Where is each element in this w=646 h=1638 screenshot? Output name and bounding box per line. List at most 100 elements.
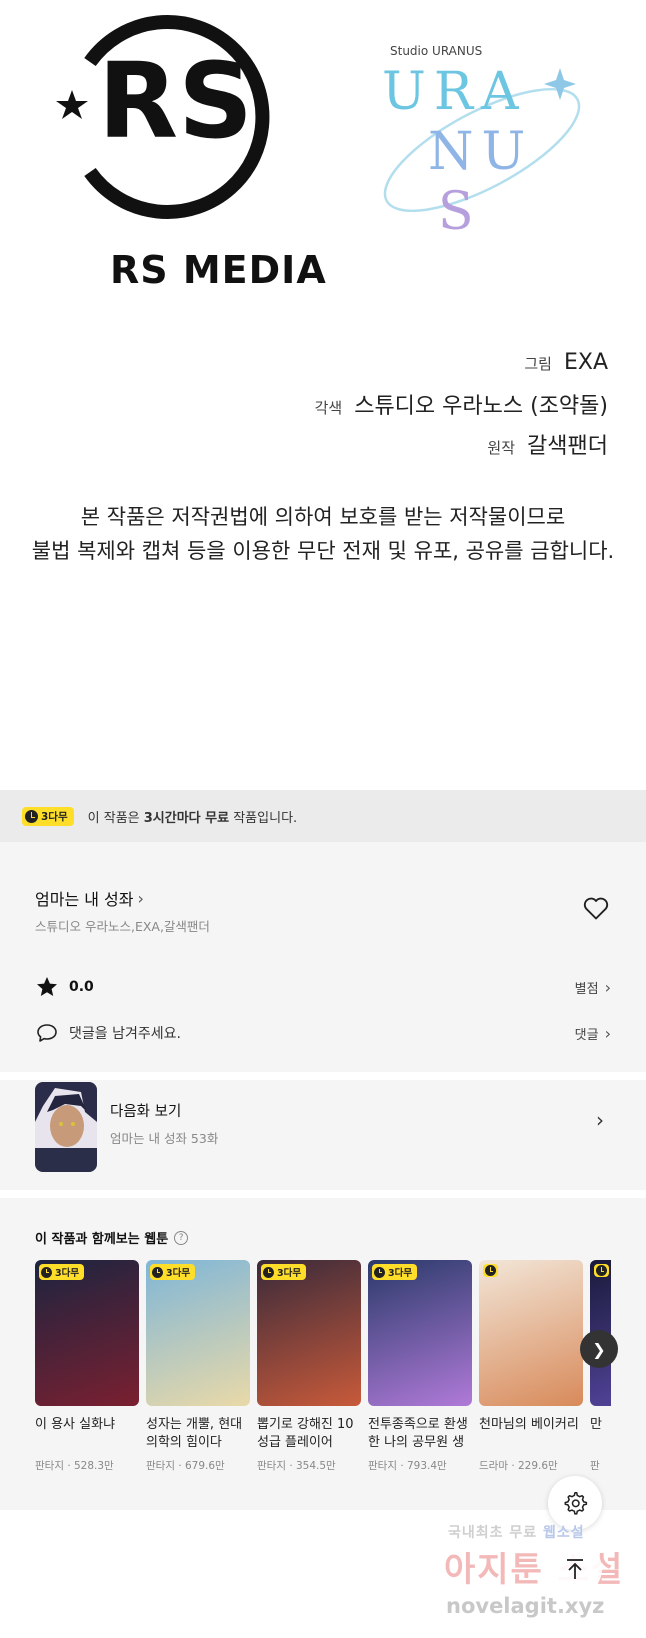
clock-icon	[152, 1266, 163, 1278]
credit-adaptation: 각색 스튜디오 우라노스 (조약돌)	[315, 388, 608, 420]
comment-row[interactable]: 댓글을 남겨주세요. 댓글 ›	[35, 1020, 611, 1046]
credit-role: 그림	[524, 355, 552, 373]
recommendation-name: 만	[590, 1417, 602, 1432]
recommendation-meta: 판타지 · 793.4만	[368, 1458, 472, 1473]
free-promo-bar: 3다무 이 작품은 3시간마다 무료 작품입니다.	[0, 790, 646, 842]
promo-text: 이 작품은 3시간마다 무료 작품입니다.	[88, 807, 298, 826]
rs-media-logo: RS RS MEDIA	[50, 12, 326, 292]
wait-free-badge-label: 3다무	[277, 1268, 302, 1279]
heart-icon[interactable]	[582, 894, 610, 922]
rs-media-wordmark: RS MEDIA	[110, 248, 327, 292]
wait-free-badge-label: 3다무	[388, 1268, 413, 1279]
recommendation-meta: 판	[590, 1458, 611, 1473]
meta-separator: ·	[174, 1460, 185, 1472]
gear-icon	[564, 1491, 588, 1515]
rating-link[interactable]: 별점 ›	[575, 978, 611, 997]
credit-original: 원작 갈색팬더	[487, 428, 608, 460]
recommendation-item[interactable]: 3다무전투종족으로 환생한 나의 공무원 생활기판타지 · 793.4만	[368, 1260, 472, 1473]
work-title: 엄마는 내 성좌	[35, 890, 134, 909]
comment-link[interactable]: 댓글 ›	[575, 1024, 611, 1043]
wait-free-badge: 3다무	[39, 1264, 85, 1280]
copyright-notice: 본 작품은 저작권법에 의하여 보호를 받는 저작물이므로 불법 복제와 캡쳐 …	[0, 500, 646, 568]
credit-role: 원작	[487, 439, 516, 457]
clock-icon	[485, 1265, 496, 1276]
star-icon	[37, 977, 57, 996]
recommendation-meta: 판타지 · 679.6만	[146, 1458, 250, 1473]
meta-separator: ·	[285, 1460, 296, 1472]
copyright-notice-line: 불법 복제와 캡쳐 등을 이용한 무단 전재 및 유포, 공유를 금합니다.	[31, 539, 615, 563]
recommendation-section: 이 작품과 함께보는 웹툰 ? 3다무 이 용사 실화냐 판타지 · 528.3만 3…	[0, 1190, 646, 1508]
recommendation-genre: 드라마	[479, 1460, 508, 1472]
recommendation-genre: 판타지	[368, 1460, 397, 1472]
recommendation-item[interactable]: 3다무뽑기로 강해진 10성급 플레이어판타지 · 354.5만	[257, 1260, 361, 1473]
clock-icon	[25, 809, 38, 823]
wait-free-badge	[594, 1264, 609, 1277]
recommendation-views: 528.3만	[74, 1460, 114, 1472]
wait-free-badge-label: 3다무	[55, 1268, 80, 1279]
promo-text-bold: 3시간마다 무료	[143, 810, 230, 826]
recommendation-item[interactable]: 3다무성자는 개뿔, 현대의학의 힘이다판타지 · 679.6만	[146, 1260, 250, 1473]
recommendation-item[interactable]: 3다무이 용사 실화냐판타지 · 528.3만	[35, 1260, 139, 1473]
work-title-link[interactable]: 엄마는 내 성좌 ›	[35, 886, 144, 910]
help-icon[interactable]: ?	[174, 1230, 189, 1245]
wait-free-badge: 3다무	[150, 1264, 196, 1280]
recommendation-title-text: 이 작품과 함께보는 웹툰	[35, 1232, 169, 1247]
recommendation-name: 이 용사 실화냐	[35, 1417, 116, 1432]
recommendation-cover	[479, 1260, 583, 1406]
recommendation-cover: 3다무	[146, 1260, 250, 1406]
uranus-studio-label: Studio URANUS	[390, 44, 483, 58]
next-episode-subtitle: 엄마는 내 성좌 53화	[110, 1131, 219, 1146]
next-episode-card[interactable]: 다음화 보기 엄마는 내 성좌 53화 ›	[0, 1072, 646, 1182]
watermark-tagline-a: 국내최초 무료	[448, 1525, 538, 1541]
work-authors: 스튜디오 우라노스,EXA,갈색팬더	[35, 919, 210, 934]
recommendation-list: 3다무 이 용사 실화냐 판타지 · 528.3만 3다무 성자는 개뿔, 현대의학의 …	[35, 1260, 611, 1480]
settings-button[interactable]	[548, 1476, 602, 1530]
recommendation-meta: 판타지 · 354.5만	[257, 1458, 361, 1473]
recommendation-item[interactable]: 천마님의 베이커리 드라마 · 229.6만	[479, 1260, 583, 1473]
watermark-url: novelagit.xyz	[446, 1594, 605, 1618]
rating-link-label: 별점	[574, 981, 599, 997]
recommendation-views: 793.4만	[407, 1460, 447, 1472]
work-info-section: 엄마는 내 성좌 › 스튜디오 우라노스,EXA,갈색팬더 0.0 별점 › 댓…	[0, 842, 646, 1064]
rs-logo-mark-icon: RS	[56, 15, 270, 219]
clock-icon	[263, 1266, 274, 1278]
meta-separator: ·	[396, 1460, 407, 1472]
site-watermark: 국내최초 무료 웹소설 아지툰 소설 novelagit.xyz	[440, 1522, 640, 1632]
carousel-next-button[interactable]: ❯	[580, 1330, 618, 1368]
meta-separator: ·	[507, 1460, 518, 1472]
credit-name: EXA	[563, 350, 608, 375]
recommendation-genre: 판	[590, 1460, 600, 1472]
wait-free-badge-label: 3다무	[166, 1268, 191, 1279]
recommendation-genre: 판타지	[257, 1460, 286, 1472]
rating-row[interactable]: 0.0 별점 ›	[35, 974, 611, 1000]
recommendation-name: 전투종족으로 환생한 나의 공무원 생활기	[368, 1417, 468, 1450]
chevron-right-icon: ›	[604, 977, 611, 997]
chevron-right-icon: ›	[604, 1023, 611, 1043]
uranus-wordmark-row: NU	[428, 122, 534, 182]
scroll-top-button[interactable]	[548, 1542, 602, 1596]
recommendation-cover: 3다무	[368, 1260, 472, 1406]
recommendation-title: 이 작품과 함께보는 웹툰 ?	[35, 1228, 189, 1247]
chevron-right-icon: ›	[596, 1108, 604, 1132]
recommendation-genre: 판타지	[146, 1460, 175, 1472]
wait-free-badge-label: 3다무	[41, 810, 68, 823]
wait-free-badge: 3다무	[261, 1264, 307, 1280]
recommendation-genre: 판타지	[35, 1460, 64, 1472]
arrow-up-icon	[567, 1559, 583, 1579]
promo-text-prefix: 이 작품은	[87, 810, 144, 826]
copyright-notice-line: 본 작품은 저작권법에 의하여 보호를 받는 저작물이므로	[80, 505, 566, 529]
credit-role: 각색	[314, 399, 343, 417]
recommendation-meta: 드라마 · 229.6만	[479, 1458, 583, 1473]
recommendation-cover: 3다무	[257, 1260, 361, 1406]
recommendation-views: 354.5만	[296, 1460, 336, 1472]
recommendation-name: 성자는 개뿔, 현대의학의 힘이다	[146, 1417, 243, 1450]
uranus-wordmark-row: S	[438, 182, 482, 242]
chevron-right-icon: ›	[137, 888, 144, 908]
recommendation-name: 뽑기로 강해진 10성급 플레이어	[257, 1417, 354, 1450]
meta-separator: ·	[63, 1460, 74, 1472]
recommendation-cover: 3다무	[35, 1260, 139, 1406]
recommendation-views: 679.6만	[185, 1460, 225, 1472]
credit-artwork: RS RS MEDIA Studio URANUS URA NU S 그림 EX…	[0, 0, 646, 790]
wait-free-badge: 3다무	[22, 806, 74, 826]
wait-free-badge: 3다무	[372, 1264, 418, 1280]
